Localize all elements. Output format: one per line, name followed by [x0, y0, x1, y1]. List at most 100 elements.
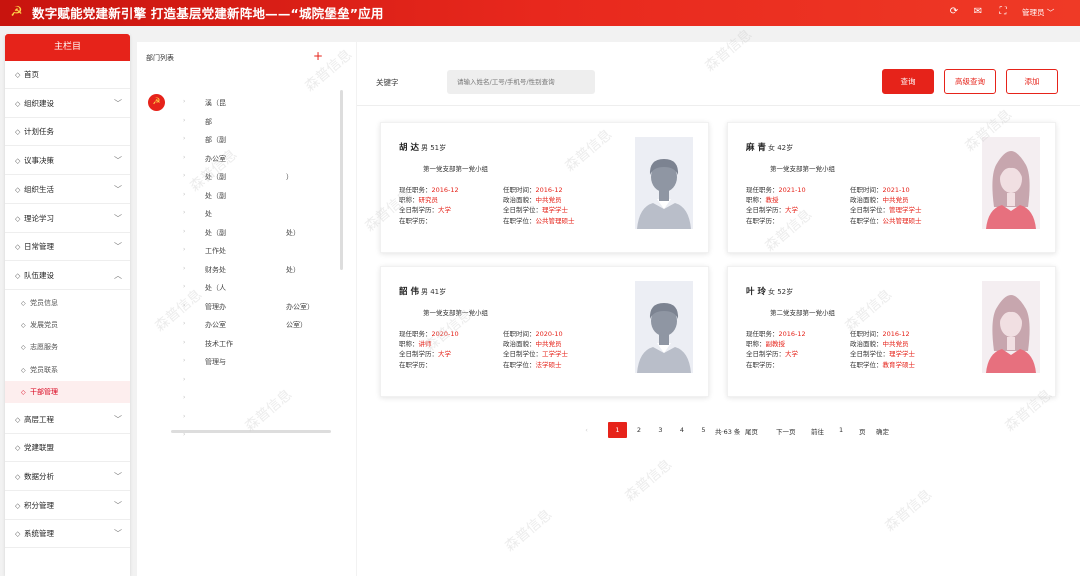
field-label: 任职时间：	[850, 330, 883, 338]
tree-expand-icon[interactable]: ›	[183, 283, 185, 290]
card-field: 政治面貌：中共党员	[850, 338, 909, 348]
tree-node[interactable]: 部（副	[205, 135, 286, 145]
tree-node[interactable]: 办公室 公室）	[205, 320, 307, 330]
sidebar-item-label: 系统管理	[24, 529, 54, 539]
tree-node[interactable]: 财务处 处）	[205, 265, 300, 275]
sidebar-subitem[interactable]: ◇ 干部管理	[5, 381, 130, 404]
sidebar-item[interactable]: ◇ 首页	[5, 61, 130, 89]
field-value: 副教授	[765, 340, 786, 349]
tree-node[interactable]	[205, 413, 265, 421]
tree-horizontal-scrollbar[interactable]	[171, 430, 331, 433]
sidebar-item[interactable]: ◇ 党建联盟	[5, 434, 130, 463]
sidebar-item[interactable]: ◇ 计划任务	[5, 118, 130, 147]
cadre-card[interactable]: 麻 青女 42岁 第一党支部第一党小组 现任职务：2021-10 任职时间：2021-…	[727, 122, 1056, 253]
tree-expand-icon[interactable]: ›	[183, 228, 185, 235]
card-field: 全日制学位：理学学士	[503, 204, 568, 214]
field-label: 全日制学位：	[850, 350, 889, 359]
tree-node[interactable]: 技术工作	[205, 339, 293, 349]
tree-expand-icon[interactable]: ›	[183, 320, 185, 327]
sidebar-item[interactable]: ◇ 系统管理 ﹀	[5, 520, 130, 549]
tree-expand-icon[interactable]: ›	[183, 357, 185, 364]
field-value: 教育学硕士	[882, 360, 916, 369]
tree-expand-icon[interactable]: ›	[183, 135, 185, 142]
sidebar-item[interactable]: ◇ 积分管理 ﹀	[5, 492, 130, 520]
card-field: 在职学位：法学硕士	[503, 359, 562, 369]
sidebar-item[interactable]: ◇ 高层工程 ﹀	[5, 406, 130, 434]
cadre-card[interactable]: 胡 达男 51岁 第一党支部第一党小组 现任职务：2016-12 任职时间：2016-…	[380, 122, 709, 253]
tree-node[interactable]	[205, 394, 265, 402]
tree-node[interactable]: 办公室	[205, 154, 286, 164]
sidebar-subitem[interactable]: ◇ 党员信息	[5, 292, 130, 314]
cadre-branch: 第二党支部第一党小组	[770, 309, 835, 317]
page-number-button[interactable]: 1	[608, 422, 627, 438]
query-button[interactable]: 查询	[882, 69, 934, 94]
field-label: 职称：	[399, 196, 419, 205]
tree-expand-icon[interactable]: ›	[183, 413, 185, 420]
message-icon[interactable]: ✉	[971, 5, 985, 19]
add-button[interactable]: 添加	[1006, 69, 1058, 94]
search-input[interactable]	[447, 70, 595, 94]
cadre-card[interactable]: 叶 玲女 52岁 第二党支部第一党小组 现任职务：2016-12 任职时间：2016-…	[727, 266, 1056, 397]
tree-node[interactable]: 工作处	[205, 246, 286, 256]
tree-expand-icon[interactable]: ›	[183, 209, 185, 216]
sidebar-item[interactable]: ◇ 队伍建设 ︿	[5, 262, 130, 290]
tree-node[interactable]	[205, 376, 265, 384]
refresh-icon[interactable]: ⟳	[947, 5, 961, 19]
last-page-button[interactable]: 尾页	[745, 426, 758, 436]
sidebar-subitem[interactable]: ◇ 志愿服务	[5, 336, 130, 358]
card-field: 任职时间：2021-10	[850, 184, 910, 194]
tree-node[interactable]: 部	[205, 117, 272, 127]
cadre-branch: 第一党支部第一党小组	[423, 165, 488, 173]
page-number-button[interactable]: 5	[694, 422, 713, 438]
field-label: 全日制学历：	[746, 350, 785, 359]
page-number-button[interactable]: 2	[630, 422, 649, 438]
tree-expand-icon[interactable]: ›	[183, 117, 185, 124]
menu-item-icon: ◇	[15, 473, 21, 481]
tree-expand-icon[interactable]: ›	[183, 172, 185, 179]
add-department-button[interactable]: +	[313, 49, 323, 63]
sidebar-item[interactable]: ◇ 组织生活 ﹀	[5, 176, 130, 204]
advanced-query-button[interactable]: 高级查询	[944, 69, 996, 94]
sidebar-item[interactable]: ◇ 组织建设 ﹀	[5, 90, 130, 118]
tree-scrollbar[interactable]	[340, 90, 343, 270]
page-number-button[interactable]: 3	[651, 422, 670, 438]
user-menu[interactable]: 管理员 ﹀	[1022, 7, 1054, 18]
sidebar-subitem[interactable]: ◇ 发展党员	[5, 314, 130, 336]
sidebar-subitem[interactable]: ◇ 党员联系	[5, 359, 130, 381]
sidebar-item[interactable]: ◇ 日常管理 ﹀	[5, 233, 130, 262]
tree-expand-icon[interactable]: ›	[183, 339, 185, 346]
field-value: 教授	[765, 196, 779, 205]
field-value: 中共党员	[535, 340, 562, 349]
tree-expand-icon[interactable]: ›	[183, 98, 185, 105]
cadre-card[interactable]: 韶 伟男 41岁 第一党支部第一党小组 现任职务：2020-10 任职时间：2020-…	[380, 266, 709, 397]
sidebar-item[interactable]: ◇ 数据分析 ﹀	[5, 463, 130, 491]
tree-expand-icon[interactable]: ›	[183, 265, 185, 272]
tree-node[interactable]: 管理办 办公室）	[205, 302, 314, 312]
next-page-button[interactable]: 下一页	[776, 426, 796, 436]
page-number-input[interactable]: 1	[839, 426, 843, 434]
prev-page-button[interactable]: ‹	[577, 422, 596, 438]
menu-item-icon: ◇	[15, 185, 21, 194]
tree-expand-icon[interactable]: ›	[183, 302, 185, 309]
sidebar-subitem-label: 发展党员	[30, 321, 58, 329]
tree-expand-icon[interactable]: ›	[183, 376, 185, 383]
fullscreen-icon[interactable]: ⛶	[996, 5, 1010, 19]
sidebar-title: 主栏目	[5, 34, 130, 61]
tree-node[interactable]: 溪（昆	[205, 98, 286, 108]
tree-expand-icon[interactable]: ›	[183, 191, 185, 198]
tree-node[interactable]: 处（人	[205, 283, 286, 293]
page-number-button[interactable]: 4	[673, 422, 692, 438]
sidebar-item[interactable]: ◇ 理论学习 ﹀	[5, 205, 130, 233]
tree-node[interactable]: 处（副 处）	[205, 228, 300, 238]
tree-node[interactable]: 管理与	[205, 357, 286, 367]
field-value: 2020-10	[431, 330, 459, 338]
tree-node[interactable]: 处	[205, 209, 272, 219]
tree-node[interactable]: 处（副 ）	[205, 172, 293, 182]
tree-expand-icon[interactable]: ›	[183, 154, 185, 161]
chevron-icon: ﹀	[114, 414, 122, 424]
sidebar-item[interactable]: ◇ 议事决策 ﹀	[5, 147, 130, 176]
confirm-page-button[interactable]: 确定	[876, 426, 889, 436]
tree-expand-icon[interactable]: ›	[183, 246, 185, 253]
tree-node[interactable]: 处（副	[205, 191, 286, 201]
tree-expand-icon[interactable]: ›	[183, 394, 185, 401]
